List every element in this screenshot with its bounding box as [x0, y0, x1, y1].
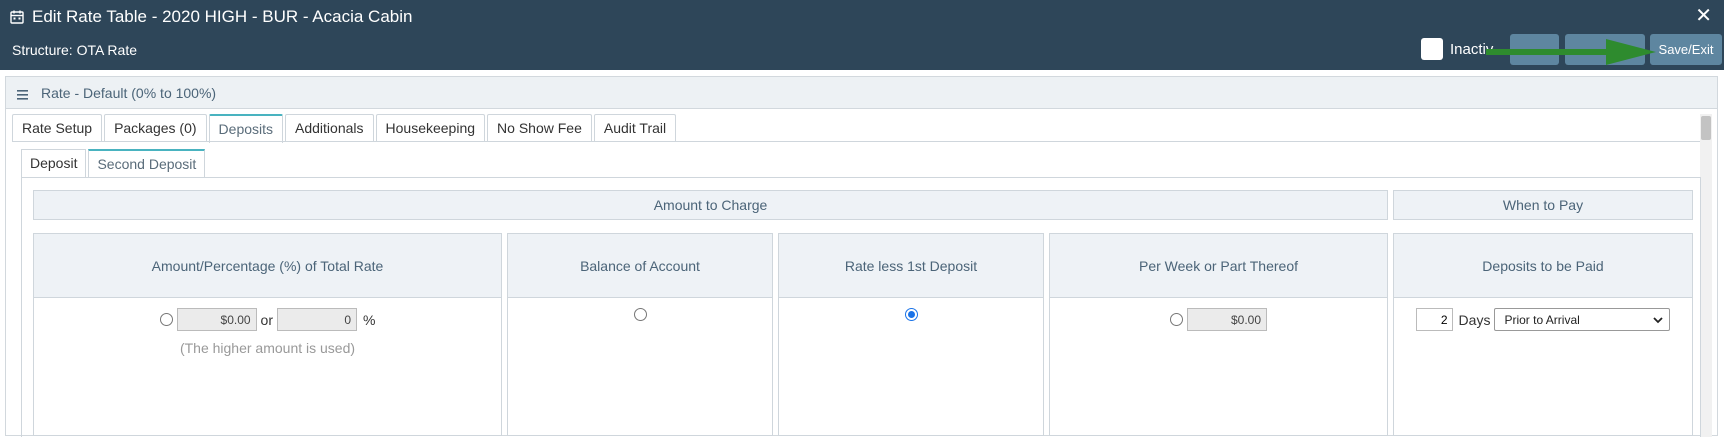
- days-input[interactable]: [1415, 308, 1453, 331]
- scrollbar-thumb[interactable]: [1701, 116, 1711, 140]
- amount-percentage-column: Amount/Percentage (%) of Total Rate or %…: [33, 233, 502, 436]
- balance-row: [508, 308, 772, 321]
- or-label: or: [260, 311, 273, 328]
- deposits-paid-header: Deposits to be Paid: [1394, 234, 1692, 298]
- per-week-body: [1050, 298, 1387, 436]
- inactive-checkbox[interactable]: [1421, 38, 1443, 60]
- tab-divider: [12, 141, 1705, 142]
- balance-header: Balance of Account: [508, 234, 772, 298]
- amount-percentage-row: or %: [34, 308, 501, 331]
- amount-to-charge-header: Amount to Charge: [33, 190, 1388, 220]
- days-label: Days: [1458, 311, 1491, 328]
- structure-label: Structure: OTA Rate: [12, 42, 138, 58]
- deposits-paid-column: Deposits to be Paid Days Prior to Arriva…: [1393, 233, 1693, 436]
- calendar-icon: [10, 10, 24, 24]
- percent-input[interactable]: [277, 308, 357, 331]
- rate-less-body: [779, 298, 1043, 436]
- amount-percentage-radio[interactable]: [159, 313, 173, 326]
- arrow-annotation: [1486, 39, 1656, 65]
- menu-icon[interactable]: [17, 89, 28, 100]
- panel-title: Rate - Default (0% to 100%): [41, 84, 217, 101]
- subtab-second-deposit[interactable]: Second Deposit: [88, 149, 206, 178]
- tab-packages[interactable]: Packages (0): [104, 114, 207, 142]
- tab-deposits[interactable]: Deposits: [208, 114, 284, 143]
- chevron-down-icon: [1653, 317, 1664, 324]
- rate-less-radio[interactable]: [904, 308, 918, 321]
- tab-rate-setup[interactable]: Rate Setup: [12, 114, 103, 142]
- rate-less-column: Rate less 1st Deposit: [778, 233, 1044, 436]
- inactive-toggle[interactable]: Inactiv: [1421, 38, 1493, 60]
- deposits-paid-row: Days Prior to Arrival: [1394, 308, 1692, 331]
- per-week-row: [1050, 308, 1387, 331]
- balance-column: Balance of Account: [507, 233, 773, 436]
- window-title: Edit Rate Table - 2020 HIGH - BUR - Acac…: [32, 7, 413, 26]
- rate-less-header: Rate less 1st Deposit: [779, 234, 1043, 298]
- per-week-column: Per Week or Part Thereof: [1049, 233, 1388, 436]
- rate-less-row: [779, 308, 1043, 321]
- tab-housekeeping[interactable]: Housekeeping: [375, 114, 486, 142]
- balance-radio[interactable]: [633, 308, 647, 321]
- tab-additionals[interactable]: Additionals: [285, 114, 374, 142]
- tab-no-show-fee[interactable]: No Show Fee: [487, 114, 592, 142]
- panel-header[interactable]: Rate - Default (0% to 100%): [6, 77, 1717, 109]
- window-header: Edit Rate Table - 2020 HIGH - BUR - Acac…: [0, 0, 1724, 70]
- save-exit-button[interactable]: Save/Exit: [1650, 34, 1722, 65]
- deposits-paid-body: Days Prior to Arrival: [1394, 298, 1692, 436]
- when-to-pay-header: When to Pay: [1393, 190, 1693, 220]
- per-week-amount-input[interactable]: [1187, 308, 1267, 331]
- tab-audit-trail[interactable]: Audit Trail: [593, 114, 677, 142]
- close-icon[interactable]: ✕: [1695, 4, 1712, 28]
- per-week-radio[interactable]: [1170, 313, 1183, 326]
- timing-select[interactable]: Prior to Arrival: [1494, 308, 1671, 331]
- title-row: Edit Rate Table - 2020 HIGH - BUR - Acac…: [10, 4, 412, 30]
- percent-sign: %: [363, 311, 376, 328]
- amount-input[interactable]: [176, 308, 257, 331]
- subtab-deposit[interactable]: Deposit: [21, 149, 87, 177]
- per-week-header: Per Week or Part Thereof: [1050, 234, 1387, 298]
- balance-body: [508, 298, 772, 436]
- vertical-scrollbar[interactable]: [1700, 114, 1712, 437]
- timing-select-value: Prior to Arrival: [1504, 312, 1580, 327]
- subtab-bar: Deposit Second Deposit: [21, 149, 207, 178]
- tab-bar: Rate Setup Packages (0) Deposits Additio…: [12, 114, 678, 144]
- amount-percentage-header: Amount/Percentage (%) of Total Rate: [34, 234, 501, 298]
- amount-percentage-body: or % (The higher amount is used): [34, 298, 501, 436]
- higher-amount-note: (The higher amount is used): [179, 340, 356, 356]
